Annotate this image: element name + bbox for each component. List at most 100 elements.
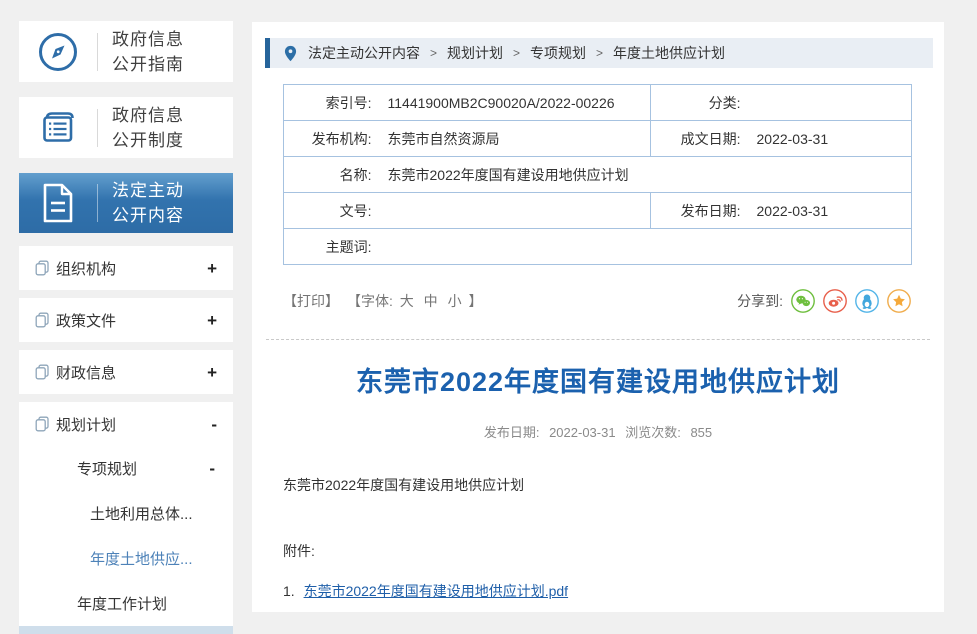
sidebar: 政府信息 公开指南 政府信息 公开制度	[19, 21, 233, 634]
table-row: 发布机构: 东莞市自然资源局 成文日期: 2022-03-31	[284, 121, 912, 157]
collapse-toggle[interactable]: -	[211, 416, 217, 433]
publisher-label: 发布机构:	[284, 121, 372, 157]
sidebar-item-annual-land-supply[interactable]: 年度土地供应...	[19, 536, 233, 581]
sidebar-bottom-strip	[19, 626, 233, 634]
sidebar-item-fiscal-info[interactable]: 财政信息 +	[19, 350, 233, 394]
page-icon	[35, 364, 49, 380]
page-icon	[35, 416, 49, 432]
category-value	[741, 85, 912, 121]
page-icon	[35, 312, 49, 328]
breadcrumb-item-planning[interactable]: 规划计划	[447, 43, 503, 63]
font-size-control: 【字体: 大 中 小 】	[347, 291, 482, 311]
content-panel: 法定主动公开内容 > 规划计划 > 专项规划 > 年度土地供应计划 索引号: 1…	[252, 22, 944, 612]
index-number-label: 索引号:	[284, 85, 372, 121]
sidebar-item-special-planning[interactable]: 专项规划 -	[19, 446, 233, 491]
print-font-controls: 【打印】 【字体: 大 中 小 】	[283, 291, 482, 311]
breadcrumb-item-statutory[interactable]: 法定主动公开内容	[308, 43, 420, 63]
index-number-value: 11441900MB2C90020A/2022-00226	[372, 85, 651, 121]
page-icon	[35, 260, 49, 276]
table-row: 索引号: 11441900MB2C90020A/2022-00226 分类:	[284, 85, 912, 121]
label-line2: 公开制度	[112, 131, 184, 150]
share-bar: 分享到:	[737, 289, 911, 313]
attachment-section-label: 附件:	[283, 541, 913, 561]
sidebar-item-label: 年度工作计划	[77, 593, 167, 614]
sidebar-item-label: 年度土地供应...	[90, 548, 193, 569]
expand-toggle[interactable]: +	[207, 312, 217, 329]
written-date-label: 成文日期:	[651, 121, 741, 157]
breadcrumb-item-annual-land-supply[interactable]: 年度土地供应计划	[613, 43, 725, 63]
sidebar-item-label: 土地利用总体...	[90, 503, 193, 524]
breadcrumb: 法定主动公开内容 > 规划计划 > 专项规划 > 年度土地供应计划	[265, 38, 933, 68]
wechat-share-icon[interactable]	[791, 289, 815, 313]
weibo-share-icon[interactable]	[823, 289, 847, 313]
print-button[interactable]: 【打印】	[283, 291, 339, 311]
written-date-value: 2022-03-31	[741, 121, 912, 157]
keywords-label: 主题词:	[284, 229, 372, 265]
font-control-prefix: 【字体:	[347, 293, 393, 309]
document-icon	[19, 182, 97, 224]
favorite-share-icon[interactable]	[887, 289, 911, 313]
sidebar-card-statutory-disclosure[interactable]: 法定主动 公开内容	[19, 173, 233, 233]
sidebar-item-label: 专项规划	[77, 458, 137, 479]
label-line1: 政府信息	[112, 30, 184, 49]
collapse-toggle[interactable]: -	[209, 460, 215, 477]
location-pin-icon	[284, 45, 297, 62]
doc-number-value	[372, 193, 651, 229]
views-meta-label: 浏览次数:	[625, 425, 681, 440]
table-row: 名称: 东莞市2022年度国有建设用地供应计划	[284, 157, 912, 193]
publish-date-label: 发布日期:	[651, 193, 741, 229]
publish-date-meta-label: 发布日期:	[484, 425, 540, 440]
font-control-suffix: 】	[468, 293, 482, 309]
font-size-medium-button[interactable]: 中	[424, 293, 438, 309]
attachment-index: 1.	[283, 583, 295, 599]
sidebar-card-label: 政府信息 公开制度	[98, 103, 184, 153]
book-icon	[19, 106, 97, 150]
publisher-value: 东莞市自然资源局	[372, 121, 651, 157]
sidebar-card-label: 法定主动 公开内容	[98, 178, 184, 228]
sidebar-card-gov-info-system[interactable]: 政府信息 公开制度	[19, 97, 233, 158]
expand-toggle[interactable]: +	[207, 364, 217, 381]
sidebar-item-organization[interactable]: 组织机构 +	[19, 246, 233, 290]
sidebar-item-land-use-master[interactable]: 土地利用总体...	[19, 491, 233, 536]
page: 政府信息 公开指南 政府信息 公开制度	[0, 0, 977, 634]
article-meta: 发布日期: 2022-03-31 浏览次数: 855	[252, 422, 944, 441]
breadcrumb-item-special-planning[interactable]: 专项规划	[530, 43, 586, 63]
table-row: 文号: 发布日期: 2022-03-31	[284, 193, 912, 229]
share-label: 分享到:	[737, 291, 783, 311]
name-label: 名称:	[284, 157, 372, 193]
sidebar-item-label: 规划计划	[56, 414, 116, 435]
keywords-value	[372, 229, 912, 265]
expand-toggle[interactable]: +	[207, 260, 217, 277]
sidebar-item-planning[interactable]: 规划计划 -	[19, 402, 233, 446]
breadcrumb-separator: >	[513, 46, 520, 60]
label-line2: 公开指南	[112, 55, 184, 74]
name-value: 东莞市2022年度国有建设用地供应计划	[372, 157, 912, 193]
sidebar-group-planning: 规划计划 - 专项规划 - 土地利用总体... 年度土地供应... 年度工作计划	[19, 402, 233, 626]
publish-date-value: 2022-03-31	[741, 193, 912, 229]
compass-icon	[19, 30, 97, 74]
sidebar-card-gov-info-guide[interactable]: 政府信息 公开指南	[19, 21, 233, 82]
dashed-divider	[266, 339, 930, 340]
font-size-large-button[interactable]: 大	[400, 293, 414, 309]
attachment-pdf-link[interactable]: 东莞市2022年度国有建设用地供应计划.pdf	[304, 583, 569, 599]
sidebar-item-label: 组织机构	[56, 258, 116, 279]
table-row: 主题词:	[284, 229, 912, 265]
attachment-item: 1. 东莞市2022年度国有建设用地供应计划.pdf	[283, 581, 913, 601]
sidebar-item-annual-work-plan[interactable]: 年度工作计划	[19, 581, 233, 626]
category-label: 分类:	[651, 85, 741, 121]
document-info-table: 索引号: 11441900MB2C90020A/2022-00226 分类: 发…	[283, 84, 912, 265]
sidebar-item-label: 财政信息	[56, 362, 116, 383]
label-line1: 法定主动	[112, 181, 184, 200]
article-controls: 【打印】 【字体: 大 中 小 】 分享到:	[283, 289, 911, 313]
breadcrumb-separator: >	[430, 46, 437, 60]
article-body-text: 东莞市2022年度国有建设用地供应计划	[283, 475, 913, 495]
doc-number-label: 文号:	[284, 193, 372, 229]
qq-share-icon[interactable]	[855, 289, 879, 313]
sidebar-item-label: 政策文件	[56, 310, 116, 331]
font-size-small-button[interactable]: 小	[448, 293, 462, 309]
breadcrumb-separator: >	[596, 46, 603, 60]
views-meta-value: 855	[690, 425, 712, 440]
sidebar-item-policy-documents[interactable]: 政策文件 +	[19, 298, 233, 342]
label-line1: 政府信息	[112, 106, 184, 125]
label-line2: 公开内容	[112, 206, 184, 225]
